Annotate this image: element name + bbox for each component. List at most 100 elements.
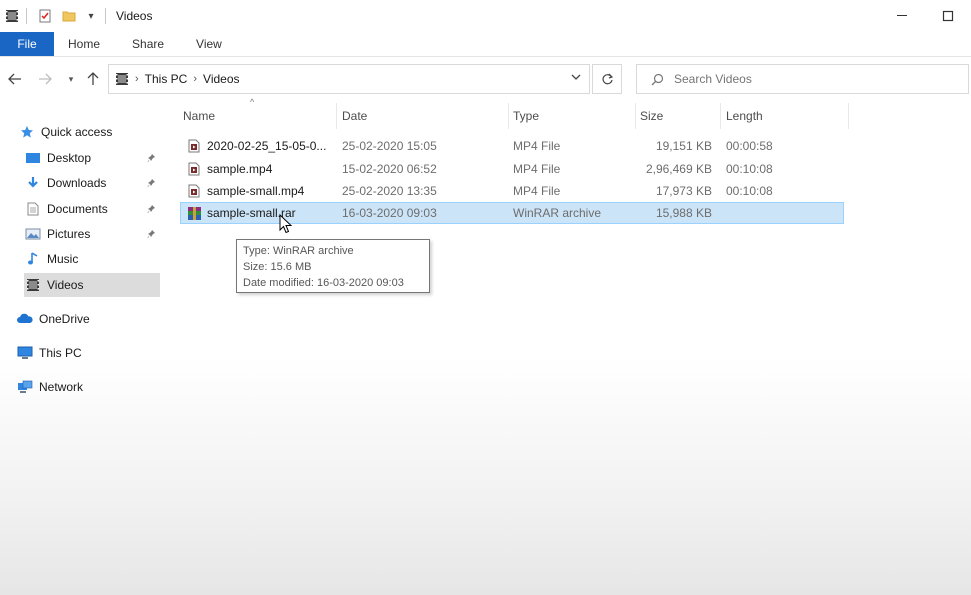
nav-network[interactable]: Network	[16, 375, 160, 399]
nav-downloads[interactable]: Downloads	[24, 171, 160, 195]
title-bar: ▾ Videos	[0, 0, 971, 32]
column-header-type[interactable]: Type	[509, 103, 635, 129]
refresh-button[interactable]	[592, 64, 622, 94]
file-size: 19,151 KB	[655, 139, 712, 153]
nav-onedrive[interactable]: OneDrive	[16, 307, 160, 331]
file-size: 2,96,469 KB	[645, 162, 712, 176]
pin-icon[interactable]	[147, 152, 156, 166]
tab-home[interactable]: Home	[54, 32, 116, 56]
nav-label: OneDrive	[39, 312, 90, 326]
file-length: 00:00:58	[726, 139, 773, 153]
mouse-cursor-icon	[279, 213, 293, 237]
nav-videos[interactable]: Videos	[24, 273, 160, 297]
document-icon	[24, 201, 42, 217]
tab-view[interactable]: View	[180, 32, 238, 56]
recent-locations-button[interactable]: ▾	[60, 68, 82, 90]
film-icon	[115, 72, 129, 86]
column-header-size[interactable]: Size	[636, 103, 720, 129]
winrar-icon	[186, 205, 202, 221]
ribbon-tabs: File Home Share View	[0, 32, 971, 57]
file-date: 25-02-2020 13:35	[342, 184, 437, 198]
video-file-icon	[186, 138, 202, 154]
nav-label: Videos	[47, 278, 84, 292]
breadcrumb-this-pc[interactable]: This PC	[145, 72, 188, 86]
music-icon	[24, 251, 42, 267]
pictures-icon	[24, 226, 42, 242]
file-date: 15-02-2020 06:52	[342, 162, 437, 176]
column-divider[interactable]	[336, 103, 337, 129]
customize-quick-access-icon[interactable]: ▾	[83, 8, 99, 24]
search-input[interactable]	[674, 72, 954, 86]
file-row[interactable]: 2020-02-25_15-05-0... 25-02-2020 15:05 M…	[180, 135, 844, 157]
file-size: 15,988 KB	[655, 206, 712, 220]
new-folder-icon[interactable]	[61, 8, 77, 24]
nav-label: Desktop	[47, 151, 92, 165]
breadcrumb-videos[interactable]: Videos	[203, 72, 239, 86]
refresh-icon	[601, 73, 613, 84]
chevron-right-icon[interactable]: ›	[193, 73, 197, 85]
maximize-button[interactable]	[925, 0, 971, 32]
file-info-tooltip: Type: WinRAR archive Size: 15.6 MB Date …	[236, 239, 430, 293]
pin-icon[interactable]	[147, 177, 156, 191]
computer-icon	[16, 345, 34, 361]
nav-label: Documents	[47, 202, 108, 216]
tooltip-type: Type: WinRAR archive	[243, 245, 354, 257]
film-icon[interactable]	[4, 8, 20, 24]
properties-icon[interactable]	[37, 8, 53, 24]
pin-icon[interactable]	[147, 228, 156, 242]
file-length: 00:10:08	[726, 184, 773, 198]
file-type: MP4 File	[513, 162, 561, 176]
chevron-right-icon[interactable]: ›	[135, 73, 139, 85]
nav-pictures[interactable]: Pictures	[24, 222, 160, 246]
video-file-icon	[186, 183, 202, 199]
nav-this-pc[interactable]: This PC	[16, 341, 160, 365]
search-box[interactable]	[636, 64, 969, 94]
file-name: sample.mp4	[207, 162, 273, 176]
video-file-icon	[186, 161, 202, 177]
chevron-down-icon[interactable]	[571, 71, 581, 85]
file-row[interactable]: sample-small.mp4 25-02-2020 13:35 MP4 Fi…	[180, 180, 844, 202]
download-icon	[24, 175, 42, 191]
forward-button[interactable]	[34, 68, 56, 90]
window-controls	[879, 0, 971, 32]
nav-label: Quick access	[41, 125, 113, 139]
nav-desktop[interactable]: Desktop	[24, 146, 160, 170]
star-icon	[18, 124, 36, 140]
file-type: MP4 File	[513, 139, 561, 153]
file-type: WinRAR archive	[513, 206, 602, 220]
desktop-icon	[24, 150, 42, 166]
tooltip-date: Date modified: 16-03-2020 09:03	[243, 277, 404, 289]
nav-label: Pictures	[47, 227, 91, 241]
column-divider[interactable]	[720, 103, 721, 129]
file-name: sample-small.mp4	[207, 184, 305, 198]
nav-label: Music	[47, 252, 79, 266]
file-date: 25-02-2020 15:05	[342, 139, 437, 153]
up-button[interactable]	[82, 68, 104, 90]
file-name: 2020-02-25_15-05-0...	[207, 139, 327, 153]
nav-label: This PC	[39, 346, 82, 360]
window-title: Videos	[116, 9, 153, 23]
file-date: 16-03-2020 09:03	[342, 206, 437, 220]
nav-label: Downloads	[47, 176, 107, 190]
file-row[interactable]: sample.mp4 15-02-2020 06:52 MP4 File 2,9…	[180, 158, 844, 180]
file-length: 00:10:08	[726, 162, 773, 176]
pin-icon[interactable]	[147, 203, 156, 217]
minimize-button[interactable]	[879, 0, 925, 32]
tab-share[interactable]: Share	[116, 32, 180, 56]
file-size: 17,973 KB	[655, 184, 712, 198]
back-button[interactable]	[4, 68, 26, 90]
nav-quick-access[interactable]: Quick access	[18, 120, 162, 144]
address-row: ▾ › This PC › Videos	[0, 60, 971, 98]
column-header-date[interactable]: Date	[338, 103, 508, 129]
tooltip-size: Size: 15.6 MB	[243, 261, 312, 273]
title-separator	[26, 8, 27, 24]
tab-file[interactable]: File	[0, 32, 54, 56]
title-separator-2	[105, 8, 106, 24]
nav-documents[interactable]: Documents	[24, 197, 160, 221]
cloud-icon	[16, 311, 34, 327]
address-bar[interactable]: › This PC › Videos	[108, 64, 590, 94]
column-header-length[interactable]: Length	[722, 103, 848, 129]
column-divider[interactable]	[848, 103, 849, 129]
nav-music[interactable]: Music	[24, 247, 160, 271]
column-header-name[interactable]: Name	[179, 103, 336, 129]
